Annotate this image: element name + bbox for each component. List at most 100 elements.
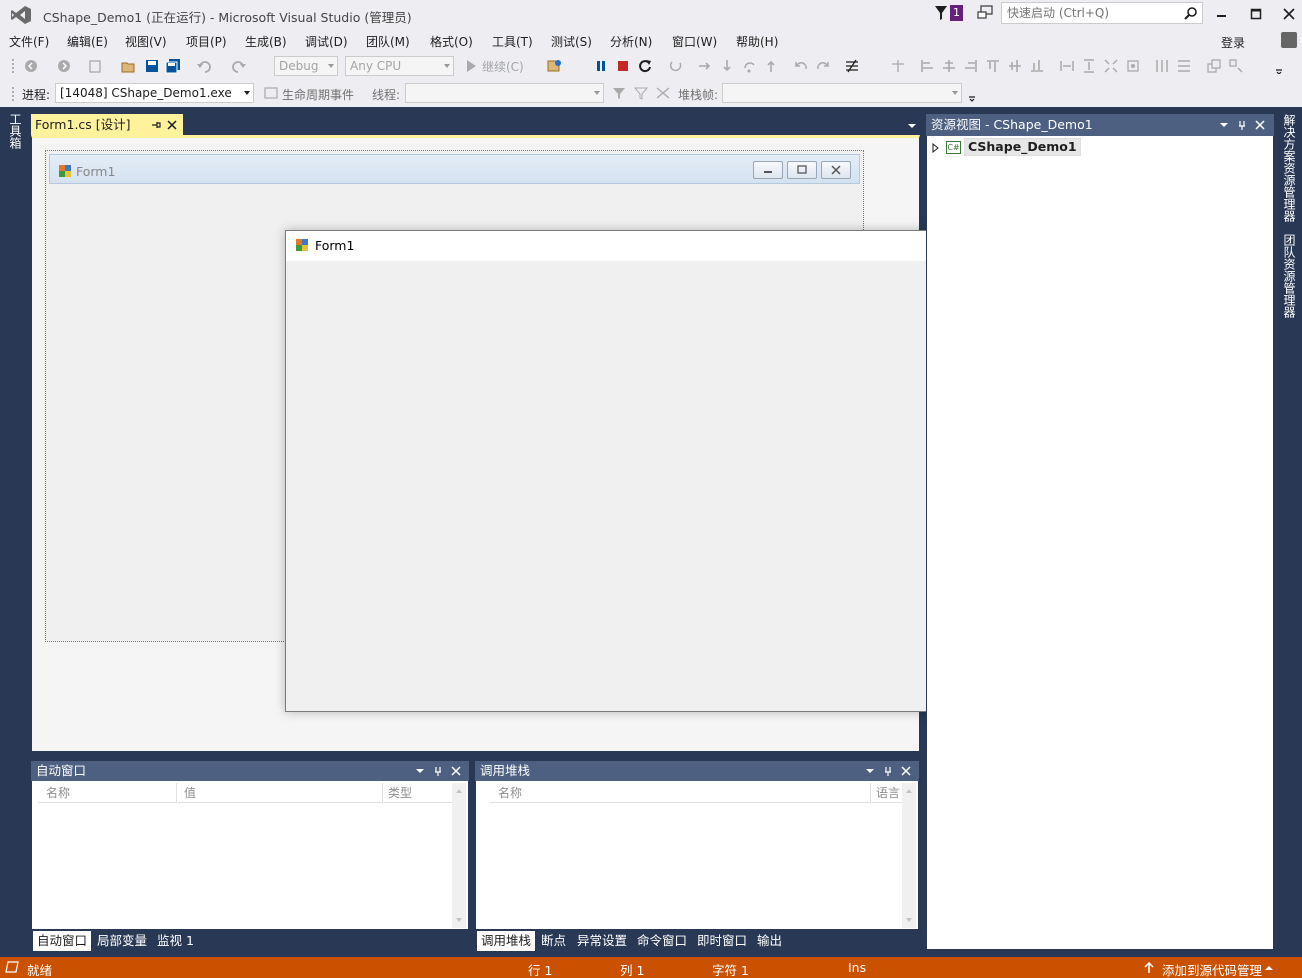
notifications-button[interactable]: 1 [934, 5, 966, 23]
solution-platform-dropdown[interactable]: Any CPU [345, 56, 454, 76]
solution-config-dropdown[interactable]: Debug [274, 56, 338, 76]
menu-edit[interactable]: 编辑(E) [67, 33, 108, 50]
forward-step-icon[interactable] [814, 57, 832, 75]
menu-team[interactable]: 团队(M) [366, 33, 410, 50]
pin-icon[interactable] [883, 766, 893, 776]
window-menu-icon[interactable] [415, 766, 425, 776]
menu-tools[interactable]: 工具(T) [492, 33, 533, 50]
window-menu-icon[interactable] [865, 766, 875, 776]
tab-immediate-window[interactable]: 即时窗口 [693, 931, 751, 951]
size-to-grid-icon[interactable] [1124, 57, 1142, 75]
flag-threads-icon[interactable] [654, 84, 672, 102]
menu-test[interactable]: 测试(S) [551, 33, 592, 50]
close-tab-icon[interactable] [166, 119, 178, 131]
undo-icon[interactable] [195, 57, 213, 75]
menu-help[interactable]: 帮助(H) [736, 33, 778, 50]
close-icon[interactable] [451, 766, 461, 776]
stack-frame-dropdown[interactable] [722, 83, 962, 103]
expand-arrow-icon[interactable] [932, 143, 940, 153]
feedback-icon[interactable] [976, 4, 994, 22]
format-selection-icon[interactable] [843, 57, 861, 75]
team-explorer-tab[interactable]: 团队资源管理器 [1281, 234, 1298, 318]
align-to-grid-icon[interactable] [889, 57, 907, 75]
save-icon[interactable] [143, 57, 161, 75]
forward-icon[interactable] [55, 57, 73, 75]
column-header-name[interactable]: 名称 [490, 783, 871, 803]
project-tree-item[interactable]: CShape_Demo1 [964, 138, 1081, 156]
column-header-type[interactable]: 类型 [384, 783, 452, 803]
lifecycle-events-button[interactable]: 生命周期事件 [282, 86, 354, 103]
tab-watch1[interactable]: 监视 1 [153, 931, 198, 951]
toolbar-overflow-icon[interactable] [1270, 57, 1288, 75]
tab-locals[interactable]: 局部变量 [93, 931, 151, 951]
tab-output[interactable]: 输出 [753, 931, 786, 951]
menu-build[interactable]: 生成(B) [245, 33, 287, 50]
close-button[interactable] [1272, 0, 1302, 28]
menu-window[interactable]: 窗口(W) [672, 33, 717, 50]
make-same-width-icon[interactable] [1058, 57, 1076, 75]
tab-command-window[interactable]: 命令窗口 [633, 931, 691, 951]
column-header-value[interactable]: 值 [178, 783, 383, 803]
solution-explorer-tab[interactable]: 解决方案资源管理器 [1281, 114, 1298, 222]
menu-format[interactable]: 格式(O) [430, 33, 473, 50]
tab-breakpoints[interactable]: 断点 [537, 931, 570, 951]
step-up-icon[interactable] [762, 57, 780, 75]
step-into-icon[interactable] [696, 57, 714, 75]
back-icon[interactable] [22, 57, 40, 75]
toolbar-grip[interactable] [11, 58, 15, 74]
add-to-source-control[interactable]: 添加到源代码管理 [1162, 960, 1262, 978]
stop-debugging-icon[interactable] [614, 57, 632, 75]
pin-icon[interactable] [1237, 120, 1247, 130]
account-icon[interactable] [1281, 32, 1297, 48]
save-all-icon[interactable] [164, 57, 182, 75]
new-project-icon[interactable] [86, 57, 104, 75]
back-step-icon[interactable] [792, 57, 810, 75]
close-icon[interactable] [1255, 120, 1265, 130]
continue-button[interactable]: 继续(C) [482, 58, 524, 75]
align-rights-icon[interactable] [962, 57, 980, 75]
bring-to-front-icon[interactable] [1205, 57, 1223, 75]
process-dropdown[interactable]: [14048] CShape_Demo1.exe [55, 83, 254, 103]
menu-analyze[interactable]: 分析(N) [610, 33, 652, 50]
pin-tab-icon[interactable] [150, 119, 162, 131]
column-header-language[interactable]: 语言 [872, 783, 902, 803]
continue-play-icon[interactable] [462, 57, 480, 75]
make-same-height-icon[interactable] [1080, 57, 1098, 75]
column-header-name[interactable]: 名称 [38, 783, 177, 803]
search-icon[interactable] [1184, 6, 1198, 20]
tab-autos[interactable]: 自动窗口 [33, 931, 92, 951]
minimize-button[interactable] [1205, 0, 1239, 28]
quick-launch[interactable] [1001, 2, 1203, 24]
menu-file[interactable]: 文件(F) [9, 33, 49, 50]
horizontal-spacing-icon[interactable] [1153, 57, 1171, 75]
chevron-up-icon[interactable] [1264, 965, 1274, 971]
open-file-icon[interactable] [120, 57, 138, 75]
pin-icon[interactable] [433, 766, 443, 776]
menu-project[interactable]: 项目(P) [186, 33, 227, 50]
redo-icon[interactable] [230, 57, 248, 75]
make-same-size-icon[interactable] [1102, 57, 1120, 75]
filter-icon[interactable] [610, 84, 628, 102]
show-next-statement-icon[interactable] [667, 57, 685, 75]
maximize-button[interactable] [1239, 0, 1273, 28]
step-over-icon[interactable] [718, 57, 736, 75]
window-menu-icon[interactable] [1219, 120, 1229, 130]
menu-debug[interactable]: 调试(D) [305, 33, 348, 50]
quick-launch-input[interactable] [1002, 3, 1178, 23]
close-icon[interactable] [901, 766, 911, 776]
call-stack-scrollbar[interactable] [902, 783, 916, 928]
lifecycle-events-icon[interactable] [262, 84, 280, 102]
document-list-dropdown-icon[interactable] [907, 123, 917, 129]
break-all-icon[interactable] [592, 57, 610, 75]
vertical-spacing-icon[interactable] [1175, 57, 1193, 75]
toggle-filter-icon[interactable] [632, 84, 650, 102]
toolbox-tab[interactable]: 工具箱 [6, 113, 24, 153]
align-bottoms-icon[interactable] [1028, 57, 1046, 75]
sign-in-link[interactable]: 登录 [1221, 34, 1245, 51]
tab-call-stack[interactable]: 调用堆栈 [477, 931, 536, 951]
menu-view[interactable]: 视图(V) [125, 33, 167, 50]
align-lefts-icon[interactable] [918, 57, 936, 75]
restart-icon[interactable] [636, 57, 654, 75]
thread-dropdown[interactable] [405, 83, 604, 103]
toolbar-overflow-icon[interactable] [963, 86, 981, 104]
